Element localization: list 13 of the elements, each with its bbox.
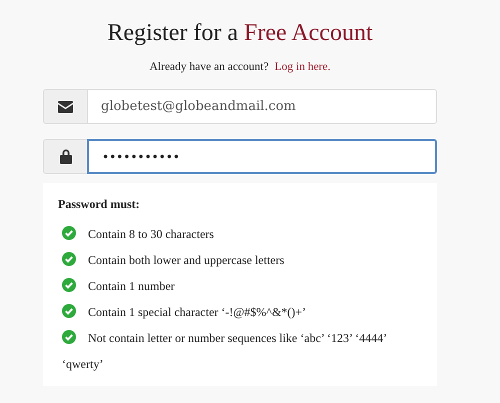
rule-text: Contain both lower and uppercase letters [88,253,284,267]
rule-text: Contain 1 number [88,279,175,293]
email-field[interactable]: globetest@globeandmail.com [87,89,437,124]
rule-text: Contain 1 special character ‘-!@#$%^&*()+’ [88,305,306,319]
rule-text: Contain 8 to 30 characters [88,227,214,241]
password-field[interactable]: ••••••••••• [87,139,437,174]
login-prompt: Already have an account? [150,61,269,73]
rule-text: Not contain letter or number sequences like ‘abc’ ‘123’ ‘4444’ ‘qwerty’ [62,331,386,371]
page-title: Register for a Free Account [106,20,374,47]
login-link[interactable]: Log in here. [274,61,330,73]
envelope-icon [58,100,73,112]
lock-icon [60,149,72,164]
rules-title: Password must: [58,197,141,212]
